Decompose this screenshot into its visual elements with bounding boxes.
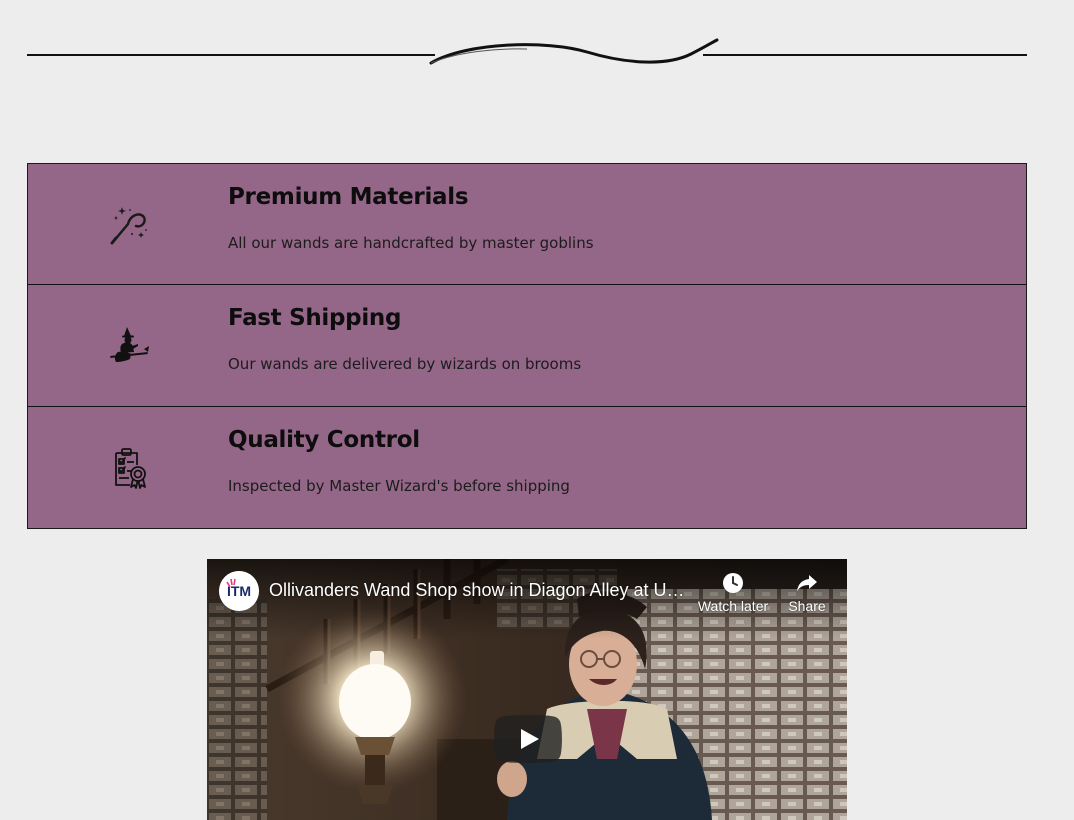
feature-description: Inspected by Master Wizard's before ship…	[228, 477, 570, 495]
watch-later-button[interactable]: Watch later	[695, 571, 771, 614]
quality-checklist-icon	[115, 448, 146, 489]
channel-logo-icon: ITM	[219, 571, 259, 611]
features-list: Premium Materials All our wands are hand…	[27, 163, 1027, 529]
channel-logo-text: ITM	[227, 583, 251, 599]
play-icon[interactable]	[494, 715, 562, 763]
watch-later-label: Watch later	[697, 598, 769, 614]
page: Premium Materials All our wands are hand…	[0, 0, 1074, 820]
magic-wand-icon	[110, 207, 147, 245]
feature-title: Quality Control	[228, 427, 420, 453]
feature-fast-shipping: Fast Shipping Our wands are delivered by…	[27, 284, 1027, 407]
feature-description: All our wands are handcrafted by master …	[228, 234, 594, 252]
channel-logo[interactable]: ITM	[219, 571, 259, 611]
share-label: Share	[788, 598, 826, 614]
video-title[interactable]: Ollivanders Wand Shop show in Diagon All…	[269, 580, 689, 601]
feature-title: Fast Shipping	[228, 305, 402, 331]
feature-title: Premium Materials	[228, 184, 469, 210]
feature-description: Our wands are delivered by wizards on br…	[228, 355, 582, 373]
feature-quality-control: Quality Control Inspected by Master Wiza…	[27, 406, 1027, 529]
share-button[interactable]: Share	[782, 571, 832, 614]
witch-on-broom-icon	[110, 327, 149, 362]
clock-icon	[723, 573, 743, 593]
feature-premium-materials: Premium Materials All our wands are hand…	[27, 163, 1027, 285]
video-embed[interactable]: ITM Ollivanders Wand Shop show in Diagon…	[207, 559, 847, 820]
ornamental-divider	[27, 38, 1027, 65]
share-arrow-icon	[797, 575, 817, 591]
